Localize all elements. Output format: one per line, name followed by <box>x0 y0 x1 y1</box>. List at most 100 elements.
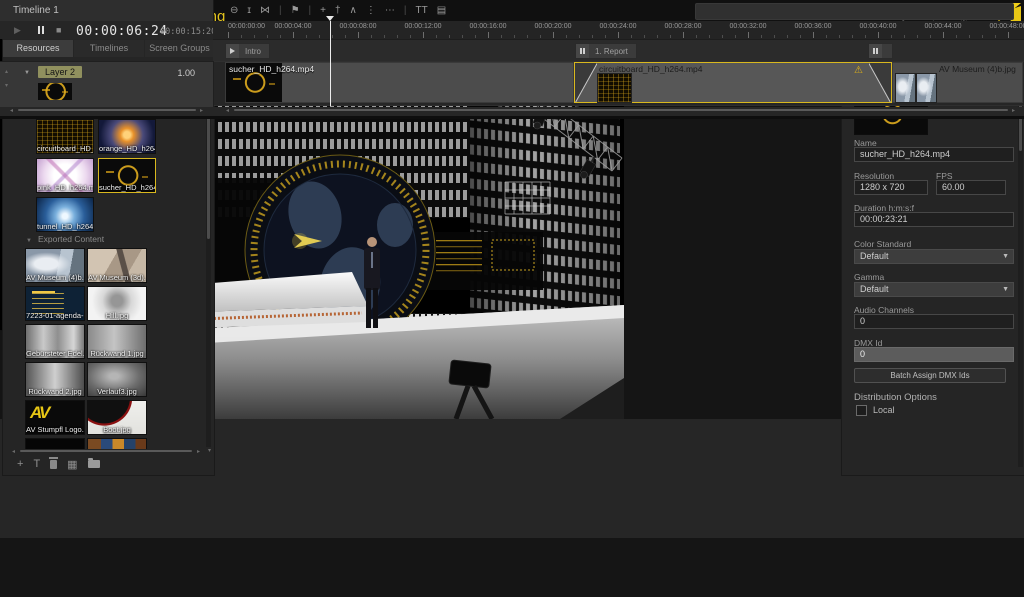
marker-unnamed[interactable] <box>868 43 893 59</box>
duration-field[interactable]: 00:00:23:21 <box>854 212 1014 227</box>
tab-screen-groups[interactable]: Screen Groups <box>145 40 214 57</box>
track-filter-icon[interactable]: TT <box>415 5 427 16</box>
ripple-icon[interactable]: ⋈ <box>260 5 270 16</box>
timeline-lane[interactable]: sucher_HD_h264.mp4circuitboard_HD_h264.m… <box>214 62 1024 105</box>
add-resource-icon[interactable]: + <box>17 458 23 470</box>
ruler-label: 00:00:48:00 <box>990 23 1024 30</box>
distribution-options-label: Distribution Options <box>854 392 937 403</box>
resources-toolbar: + T ▦ <box>17 457 100 471</box>
pause-button[interactable] <box>38 26 40 34</box>
resource-thumb-geb-rsteter-edel-[interactable]: Gebürsteter Edel.. <box>25 324 85 359</box>
trim-icon[interactable]: ɪ <box>247 5 251 16</box>
timecode-current: 00:00:06:24 <box>76 24 168 39</box>
dmx-id-field[interactable]: 0 <box>854 347 1014 362</box>
resource-thumb-av-stumpfl-logo-[interactable]: AVAV Stumpfl Logo.. <box>25 400 85 435</box>
lane-h-scrollbar[interactable] <box>234 109 1008 111</box>
add-text-icon[interactable]: T <box>33 458 40 470</box>
clip-circuitboard-hd-h264-mp4[interactable]: circuitboard_HD_h264.mp4⚠ <box>574 62 892 103</box>
scroll-right-icon[interactable]: ▸ <box>197 448 200 455</box>
playhead[interactable] <box>330 21 331 106</box>
clip-thumbnail <box>916 73 937 103</box>
more-vertical-icon[interactable]: ⋮ <box>366 5 376 16</box>
resource-thumb-7223-01-agenda-[interactable]: 7223-01-agenda-.. <box>25 286 85 321</box>
resource-thumb-r-ckwand-2-jpg[interactable]: Rückwand 2.jpg <box>25 362 85 397</box>
resource-thumb-r-ckwand-1-jpg[interactable]: Rückwand 1.jpg <box>87 324 147 359</box>
gamma-label: Gamma <box>854 272 884 282</box>
right-scrollbar[interactable] <box>1018 59 1023 467</box>
ruler-label: 00:00:24:00 <box>600 23 637 30</box>
chevron-down-icon[interactable]: ▼ <box>26 238 32 244</box>
color-standard-select[interactable]: Default ▼ <box>854 249 1014 264</box>
ruler-minor-tick <box>540 35 541 38</box>
marker-1-report[interactable]: 1. Report <box>575 43 637 59</box>
track-down-icon[interactable]: ▾ <box>5 82 8 89</box>
lane-scroll-right-icon[interactable]: ▸ <box>1012 107 1015 114</box>
ruler-minor-tick <box>384 35 385 38</box>
marker-pin-icon[interactable]: † <box>335 5 341 16</box>
resource-thumb-av-museum-4-b-[interactable]: AV Museum (4)b.. <box>25 248 85 283</box>
resource-thumb-sucher-hd-h264-[interactable]: sucher_HD_h264.. <box>98 158 156 193</box>
resolution-field[interactable]: 1280 x 720 <box>854 180 928 195</box>
thumb-label: tunnel_HD_h264.. <box>37 222 93 231</box>
local-checkbox[interactable] <box>856 405 867 416</box>
timeline-title[interactable]: Timeline 1 <box>13 5 59 16</box>
ruler-minor-tick <box>995 35 996 38</box>
thumb-label: AV Stumpfl Logo.. <box>26 425 84 434</box>
flag-icon[interactable]: ⚑ <box>291 5 300 16</box>
timeline-ruler[interactable]: 00:00:00:0000:00:04:0000:00:08:0000:00:1… <box>213 21 1024 39</box>
scroll-left-icon[interactable]: ◂ <box>10 107 13 114</box>
resource-thumb-circuitboard-hd-[interactable]: circuitboard_HD_.. <box>36 119 94 154</box>
track-h-scrollbar[interactable] <box>18 109 196 111</box>
more-horizontal-icon[interactable]: ⋯ <box>385 5 395 16</box>
resource-thumb-av-museum-3d-[interactable]: AV Museum (3d).. <box>87 248 147 283</box>
play-button[interactable]: ▶ <box>14 25 21 36</box>
ruler-minor-tick <box>501 35 502 38</box>
chevron-down-icon[interactable]: ▼ <box>24 70 30 76</box>
clip-sucher-hd-h264-mp4[interactable]: sucher_HD_h264.mp4 <box>225 62 574 103</box>
sep1: | <box>279 5 282 16</box>
thumb-label: Verlauf3.jpg <box>88 387 146 396</box>
layer-opacity-value[interactable]: 1.00 <box>177 68 195 78</box>
fade-out-handle[interactable] <box>869 63 891 102</box>
name-field[interactable]: sucher_HD_h264.mp4 <box>854 147 1014 162</box>
resource-thumb-orange-hd-h264-[interactable]: orange_HD_h264.. <box>98 119 156 154</box>
delete-resource-icon[interactable] <box>50 460 57 469</box>
playhead-handle[interactable] <box>326 16 334 21</box>
folder-icon[interactable] <box>88 460 100 468</box>
tab-resources[interactable]: Resources <box>3 40 73 57</box>
thumb-label: orange_HD_h264.. <box>99 144 155 153</box>
left-scrollbar[interactable] <box>206 85 211 447</box>
scroll-left-icon[interactable]: ◂ <box>12 448 15 455</box>
ruler-minor-tick <box>306 35 307 38</box>
batch-assign-dmx-button[interactable]: Batch Assign DMX Ids <box>854 368 1006 383</box>
keyframe-icon[interactable]: ∧ <box>350 5 357 16</box>
fps-field[interactable]: 60.00 <box>936 180 1006 195</box>
grid-view-icon[interactable]: ▦ <box>67 458 77 471</box>
fade-in-handle[interactable] <box>575 63 597 102</box>
track-up-icon[interactable]: ▴ <box>5 68 8 75</box>
scroll-right-icon[interactable]: ▸ <box>200 107 203 114</box>
resource-thumb-pink-hd-h264-mp[interactable]: pink_HD_h264.mp <box>36 158 94 193</box>
marker-intro[interactable]: Intro <box>225 43 270 59</box>
scroll-down-icon[interactable]: ▾ <box>208 447 211 454</box>
resource-thumb-verlauf3-jpg[interactable]: Verlauf3.jpg <box>87 362 147 397</box>
sep2: | <box>309 5 312 16</box>
audio-channels-field[interactable]: 0 <box>854 314 1014 329</box>
resource-thumb-tunnel-hd-h264-[interactable]: tunnel_HD_h264.. <box>36 197 94 232</box>
layer-name-chip[interactable]: Layer 2 <box>38 66 82 78</box>
clip-av-museum-4-b-jpg[interactable]: AV Museum (4)b.jpg <box>892 62 1023 103</box>
h-scrollbar[interactable] <box>20 450 192 452</box>
gamma-select[interactable]: Default ▼ <box>854 282 1014 297</box>
tab-timelines[interactable]: Timelines <box>74 40 144 57</box>
tree-exported-content[interactable]: ▼Exported Content <box>26 234 104 244</box>
resource-thumb-logo[interactable]: PIXERA <box>25 438 85 449</box>
add-icon[interactable]: + <box>320 5 326 16</box>
lane-scroll-left-icon[interactable]: ◂ <box>226 107 229 114</box>
stop-button[interactable]: ■ <box>56 25 61 35</box>
tool-icon[interactable]: ▤ <box>437 5 446 16</box>
gamma-value: Default <box>860 284 889 294</box>
resource-thumb-logo[interactable] <box>87 438 147 449</box>
resource-thumb-hill-jpg[interactable]: Hill.jpg <box>87 286 147 321</box>
resource-thumb-boot-jpg[interactable]: Boot.jpg <box>87 400 147 435</box>
zoom-out-icon[interactable]: ⊖ <box>230 5 238 16</box>
